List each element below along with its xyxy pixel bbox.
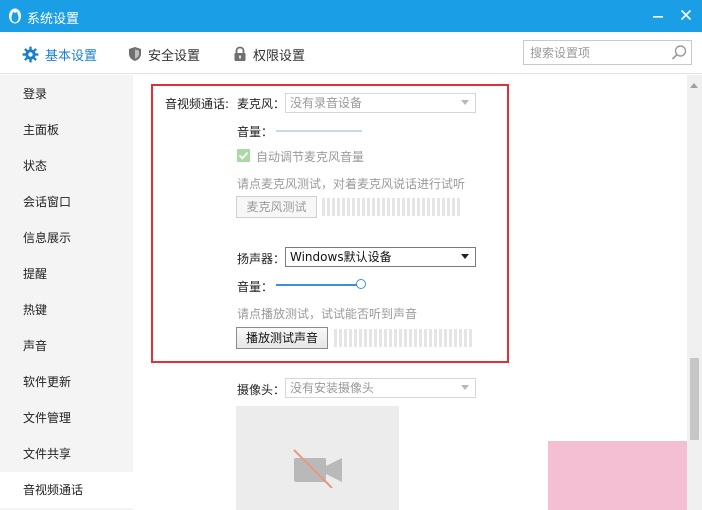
minimize-icon: [653, 16, 663, 18]
sidebar-item-reminders[interactable]: 提醒: [0, 256, 133, 292]
penguin-logo-icon: [9, 8, 21, 24]
sidebar-item-sound[interactable]: 声音: [0, 328, 133, 364]
chevron-down-icon: [461, 385, 469, 390]
sidebar-item-file-sharing[interactable]: 文件共享: [0, 436, 133, 472]
camera-device-select[interactable]: 没有安装摄像头: [285, 378, 476, 398]
close-icon: [680, 9, 692, 21]
camera-label: 摄像头：: [237, 383, 286, 397]
minimize-button[interactable]: [648, 6, 668, 26]
lock-icon: [234, 46, 246, 61]
sidebar-item-login[interactable]: 登录: [0, 76, 133, 112]
gear-icon: [22, 46, 39, 62]
camera-preview: [236, 406, 399, 510]
highlight-box: [151, 84, 509, 363]
sidebar-item-software-update[interactable]: 软件更新: [0, 364, 133, 400]
tab-security-settings-label: 安全设置: [148, 48, 201, 64]
close-button[interactable]: [676, 6, 696, 26]
vertical-scrollbar[interactable]: [687, 75, 702, 510]
tab-permission-settings[interactable]: 权限设置: [233, 44, 305, 64]
tab-basic-settings[interactable]: 基本设置: [22, 44, 97, 64]
sidebar-item-file-management[interactable]: 文件管理: [0, 400, 133, 436]
title-bar: 系统设置: [0, 0, 702, 32]
search-input[interactable]: [530, 44, 665, 62]
camera-off-icon: [293, 449, 342, 488]
sidebar-item-status[interactable]: 状态: [0, 148, 133, 184]
search-box[interactable]: [523, 40, 692, 65]
sidebar-item-main-panel[interactable]: 主面板: [0, 112, 133, 148]
camera-device-value: 没有安装摄像头: [290, 381, 375, 395]
sidebar-item-hotkeys[interactable]: 热键: [0, 292, 133, 328]
watermark-overlay: [548, 441, 702, 510]
search-icon[interactable]: [671, 44, 688, 61]
sidebar: 登录 主面板 状态 会话窗口 信息展示 提醒 热键 声音 软件更新 文件管理 文…: [0, 75, 133, 510]
scroll-up-arrow-icon[interactable]: [690, 83, 698, 88]
tab-permission-settings-label: 权限设置: [253, 48, 306, 64]
tab-security-settings[interactable]: 安全设置: [128, 44, 200, 64]
scrollbar-thumb[interactable]: [690, 358, 699, 440]
sidebar-item-chat-window[interactable]: 会话窗口: [0, 184, 133, 220]
sidebar-item-av-call[interactable]: 音视频通话: [0, 472, 133, 508]
sidebar-item-info-display[interactable]: 信息展示: [0, 220, 133, 256]
shield-icon: [129, 47, 141, 61]
window-title: 系统设置: [27, 12, 80, 27]
tab-basic-settings-label: 基本设置: [45, 48, 98, 64]
